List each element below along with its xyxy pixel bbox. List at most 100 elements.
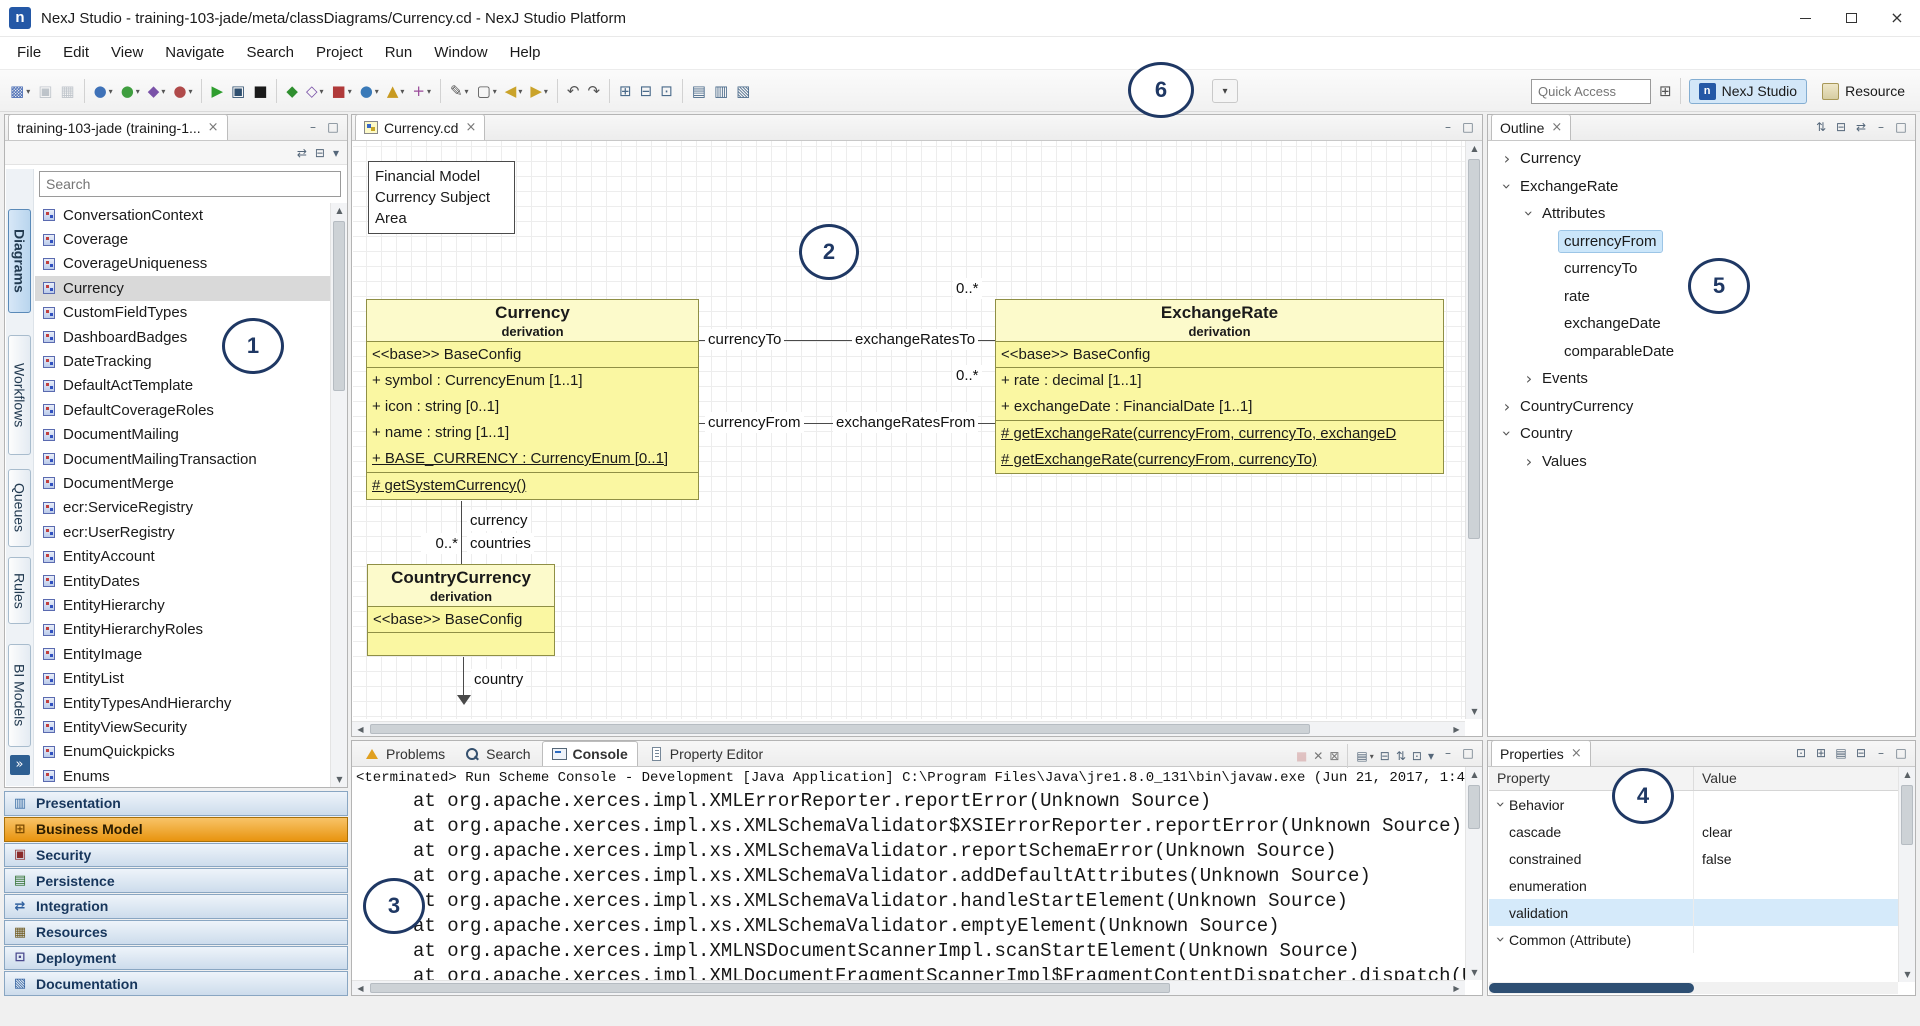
- model-list-item[interactable]: DashboardBadges: [35, 325, 330, 349]
- scrollbar-thumb[interactable]: [333, 221, 345, 391]
- remove-launch-icon[interactable]: ✕ ▾: [1310, 746, 1326, 766]
- terminate-icon[interactable]: ■ ▾: [1293, 746, 1310, 766]
- toolbox-icon[interactable]: ■ ▾: [328, 76, 356, 106]
- chevron-down-icon[interactable]: ▾: [518, 87, 522, 96]
- scroll-down-icon[interactable]: ▼: [331, 772, 348, 787]
- model-list-item[interactable]: Coverage: [35, 227, 330, 251]
- scheme-console-icon[interactable]: ▣ ▾: [227, 76, 249, 106]
- menu-view[interactable]: View: [100, 40, 154, 66]
- model-list-item[interactable]: DocumentMerge: [35, 471, 330, 495]
- layer-documentation[interactable]: ▧ Documentation: [4, 971, 348, 996]
- outline-tree-item[interactable]: Country: [1489, 420, 1914, 448]
- close-icon[interactable]: ×: [1571, 746, 1582, 761]
- model-list-item[interactable]: EntityHierarchyRoles: [35, 618, 330, 642]
- link-with-editor-icon[interactable]: ⇄: [293, 143, 311, 163]
- minimize-view-icon[interactable]: –: [1872, 745, 1890, 762]
- expand-chevron-icon[interactable]: [1521, 452, 1537, 471]
- layer-persistence[interactable]: ▤ Persistence: [4, 868, 348, 893]
- pin-console-icon[interactable]: ⊡ ▾: [1409, 746, 1425, 766]
- close-icon[interactable]: ×: [465, 120, 476, 135]
- property-row[interactable]: validation: [1489, 899, 1898, 926]
- show-console-icon[interactable]: ▤ ▾: [1353, 746, 1376, 766]
- menu-edit[interactable]: Edit: [52, 40, 100, 66]
- perspective-nexj-studio[interactable]: n NexJ Studio: [1689, 79, 1807, 104]
- layer-resources[interactable]: ▦ Resources: [4, 920, 348, 945]
- table-view-icon[interactable]: ▤ ▾: [688, 76, 710, 106]
- view-menu-icon[interactable]: ▾: [329, 143, 343, 163]
- layer-security[interactable]: ▣ Security: [4, 843, 348, 868]
- property-row[interactable]: constrained false: [1489, 845, 1898, 872]
- close-icon[interactable]: ×: [208, 120, 219, 135]
- minimize-view-icon[interactable]: –: [1439, 745, 1457, 762]
- close-window-button[interactable]: ×: [1874, 0, 1920, 36]
- property-value[interactable]: [1694, 926, 1898, 953]
- side-tab-rules[interactable]: Rules: [8, 557, 31, 624]
- scroll-left-icon[interactable]: ◀: [352, 722, 369, 737]
- model-list-item[interactable]: DefaultActTemplate: [35, 374, 330, 398]
- properties-vertical-scrollbar[interactable]: ▲ ▼: [1898, 767, 1915, 982]
- chevron-down-icon[interactable]: ▾: [109, 87, 113, 96]
- refresh-icon[interactable]: ⊡ ▾: [656, 76, 677, 106]
- clear-console-icon[interactable]: ⊟ ▾: [1377, 746, 1393, 766]
- chevron-down-icon[interactable]: ▾: [493, 87, 497, 96]
- collapse-all-icon[interactable]: ⊟: [311, 143, 329, 163]
- expand-chevron-icon[interactable]: [1499, 397, 1515, 416]
- outline-tree-item[interactable]: ExchangeRate: [1489, 173, 1914, 201]
- scrollbar-thumb[interactable]: [370, 983, 1170, 993]
- outline-tree-item[interactable]: Values: [1489, 448, 1914, 476]
- model-list-item[interactable]: EntityImage: [35, 642, 330, 666]
- chevron-down-icon[interactable]: ▾: [161, 87, 165, 96]
- publish-icon[interactable]: ◇ ▾: [302, 76, 328, 106]
- show-categories-icon[interactable]: ⊞: [1812, 745, 1830, 762]
- undo-icon[interactable]: ↶ ▾: [563, 76, 584, 106]
- model-list-item[interactable]: DocumentMailingTransaction: [35, 447, 330, 471]
- tab-overflow-button[interactable]: »: [10, 755, 30, 775]
- quick-access-input[interactable]: [1531, 79, 1651, 104]
- uml-class-currency[interactable]: Currency derivation <<base>> BaseConfig …: [366, 299, 699, 500]
- outline-tree-item[interactable]: exchangeDate: [1489, 310, 1914, 338]
- property-value[interactable]: clear: [1694, 818, 1898, 845]
- outline-tree-item[interactable]: CountryCurrency: [1489, 393, 1914, 421]
- property-value[interactable]: false: [1694, 845, 1898, 872]
- outline-tree-item[interactable]: Currency: [1489, 145, 1914, 173]
- diagram-note[interactable]: Financial ModelCurrency SubjectArea: [368, 161, 515, 234]
- matrix-view-icon[interactable]: ▥ ▾: [710, 76, 732, 106]
- chevron-down-icon[interactable]: ▾: [400, 87, 404, 96]
- open-console-icon[interactable]: ▾ ▾: [1425, 746, 1437, 766]
- expand-chevron-icon[interactable]: [1492, 932, 1511, 948]
- uml-class-country-currency[interactable]: CountryCurrency derivation <<base>> Base…: [367, 564, 555, 656]
- scroll-down-icon[interactable]: ▼: [1899, 967, 1916, 982]
- scrollbar-thumb[interactable]: [1489, 983, 1694, 993]
- run-tool-icon[interactable]: ● ▾: [117, 76, 144, 106]
- data-tool-icon[interactable]: ◆ ▾: [144, 76, 170, 106]
- chevron-down-icon[interactable]: ▾: [136, 87, 140, 96]
- minimize-window-button[interactable]: [1782, 0, 1828, 36]
- tab-problems[interactable]: Problems: [356, 741, 454, 766]
- pin-icon[interactable]: ⊡: [1792, 745, 1810, 762]
- scroll-up-icon[interactable]: ▲: [1466, 767, 1483, 782]
- maximize-view-icon[interactable]: □: [1459, 745, 1477, 762]
- run-icon[interactable]: ▶ ▾: [207, 76, 227, 106]
- redo-icon[interactable]: ↷ ▾: [583, 76, 604, 106]
- scroll-right-icon[interactable]: ▶: [1448, 981, 1465, 996]
- model-list-item[interactable]: EntityDates: [35, 569, 330, 593]
- layer-business-model[interactable]: ⊞ Business Model: [4, 817, 348, 842]
- show-advanced-icon[interactable]: ▤: [1832, 745, 1850, 762]
- model-list-item[interactable]: EntityTypesAndHierarchy: [35, 691, 330, 715]
- tab-property-editor[interactable]: Property Editor: [640, 741, 772, 766]
- menu-run[interactable]: Run: [374, 40, 424, 66]
- save-icon[interactable]: ▣ ▾: [34, 76, 56, 106]
- save-all-icon[interactable]: ▦ ▾: [56, 76, 78, 106]
- forward-icon[interactable]: ▶ ▾: [526, 76, 552, 106]
- remove-all-launches-icon[interactable]: ⊠ ▾: [1326, 746, 1342, 766]
- maximize-view-icon[interactable]: □: [1892, 745, 1910, 762]
- property-row[interactable]: cascade clear: [1489, 818, 1898, 845]
- link-with-editor-icon[interactable]: ⇄: [1852, 119, 1870, 136]
- sort-icon[interactable]: ⇅: [1812, 119, 1830, 136]
- scrollbar-thumb[interactable]: [1468, 785, 1480, 829]
- model-list-item[interactable]: CustomFieldTypes: [35, 301, 330, 325]
- expand-chevron-icon[interactable]: [1521, 369, 1537, 388]
- back-icon[interactable]: ◀ ▾: [501, 76, 527, 106]
- scroll-down-icon[interactable]: ▼: [1466, 704, 1483, 719]
- class-operation[interactable]: # getSystemCurrency(): [367, 473, 698, 499]
